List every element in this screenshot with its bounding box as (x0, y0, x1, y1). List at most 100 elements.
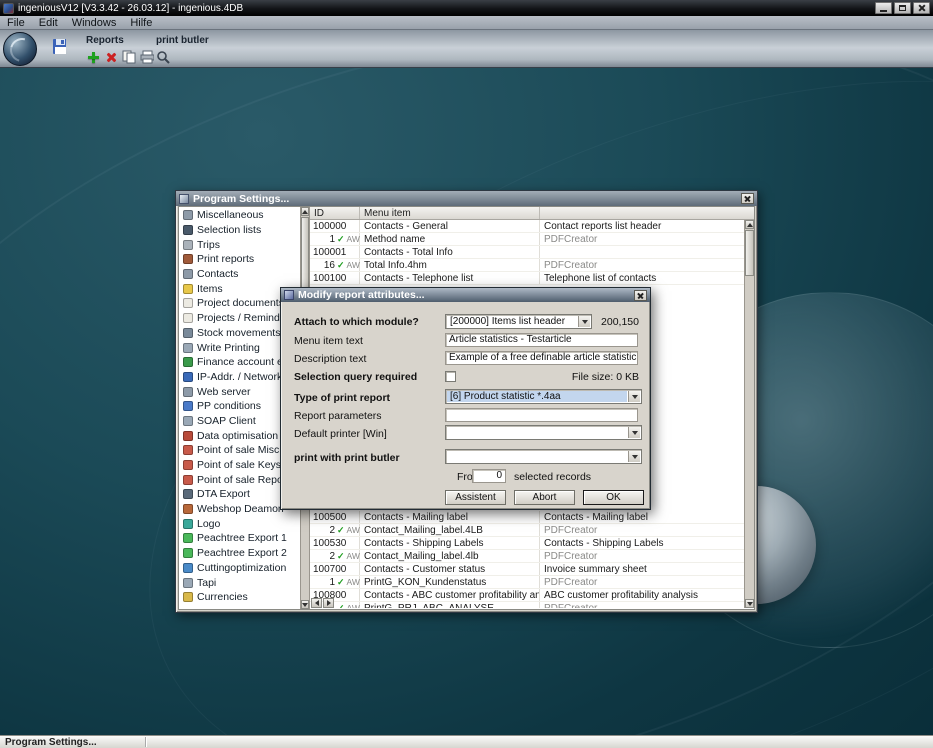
settings-close-button[interactable] (741, 193, 754, 204)
sidebar-item-icon (183, 210, 193, 220)
scroll-up-button[interactable] (301, 207, 309, 216)
report-parameters-input[interactable] (445, 408, 638, 422)
description-text-input[interactable]: Example of a free definable article stat… (445, 351, 638, 365)
sidebar-item[interactable]: Currencies (179, 590, 300, 605)
table-rows-bottom: 100500Contacts - Mailing labelContacts -… (310, 511, 744, 608)
sidebar-item[interactable]: Selection lists (179, 223, 300, 238)
sidebar-item[interactable]: Print reports (179, 252, 300, 267)
type-of-print-report-select[interactable]: [6] Product statistic *.4aa (445, 389, 642, 404)
scroll-down-button[interactable] (745, 599, 754, 608)
menu-file[interactable]: File (0, 16, 32, 29)
sidebar-item[interactable]: Logo (179, 516, 300, 531)
table-row[interactable]: 100500Contacts - Mailing labelContacts -… (310, 511, 744, 524)
add-report-button[interactable] (86, 50, 100, 64)
sidebar-item-icon (183, 592, 193, 602)
table-row[interactable]: 16AWTotal Info.4hmPDFCreator (310, 259, 744, 272)
print-butler-search-button[interactable] (156, 50, 170, 64)
scrollbar-thumb[interactable] (745, 230, 754, 276)
menu-hilfe[interactable]: Hilfe (123, 16, 159, 29)
table-row[interactable]: 100100Contacts - Telephone listTelephone… (310, 272, 744, 285)
sidebar-item-icon (183, 401, 193, 411)
sidebar-item[interactable]: Trips (179, 237, 300, 252)
selected-records-count-input[interactable]: 0 (472, 469, 506, 483)
sidebar-item-label: Peachtree Export 1 (197, 532, 287, 544)
menu-item-text-input[interactable]: Article statistics - Testarticle (445, 333, 638, 347)
file-size-text: File size: 0 KB (572, 371, 639, 383)
menu-edit[interactable]: Edit (32, 16, 65, 29)
abort-button[interactable]: Abort (514, 490, 575, 505)
minimize-button[interactable] (875, 2, 892, 14)
default-printer-select[interactable] (445, 425, 642, 440)
sidebar-item[interactable]: Cuttingoptimization (179, 561, 300, 576)
app-logo-icon (3, 32, 37, 66)
arrow-up-icon (302, 210, 308, 214)
sidebar-item[interactable]: Miscellaneous (179, 208, 300, 223)
close-button[interactable] (913, 2, 930, 14)
scroll-down-button[interactable] (301, 600, 309, 609)
toolbar: Reports (0, 30, 933, 68)
delete-report-button[interactable] (104, 50, 118, 64)
scroll-right-button[interactable] (323, 598, 334, 608)
close-icon (637, 292, 644, 299)
chevron-down-icon (632, 431, 638, 435)
table-row[interactable]: 2AWContact_Mailing_label.4lbPDFCreator (310, 550, 744, 563)
chevron-down-icon (632, 455, 638, 459)
table-row[interactable]: 100001Contacts - Total Info (310, 246, 744, 259)
attach-module-select[interactable]: [200000] Items list header (445, 314, 592, 329)
column-header-extra[interactable] (540, 207, 754, 219)
copy-report-button[interactable] (122, 50, 136, 64)
sidebar-item[interactable]: Tapi (179, 575, 300, 590)
row-badge: AW (347, 525, 360, 535)
row-badge: AW (347, 234, 360, 244)
sidebar-item[interactable]: Peachtree Export 1 (179, 531, 300, 546)
sidebar-item-label: Miscellaneous (197, 209, 264, 221)
dialog-close-button[interactable] (634, 290, 647, 301)
print-report-button[interactable] (140, 50, 154, 64)
row-id: 1 (313, 234, 335, 245)
menu-windows[interactable]: Windows (65, 16, 124, 29)
dropdown-button[interactable] (628, 427, 640, 438)
chevron-down-icon (632, 395, 638, 399)
table-row[interactable]: 1AWMethod namePDFCreator (310, 233, 744, 246)
ok-button[interactable]: OK (583, 490, 644, 505)
table-row[interactable]: 100000Contacts - GeneralContact reports … (310, 220, 744, 233)
sidebar-item-label: Currencies (197, 591, 248, 603)
scroll-up-button[interactable] (745, 220, 754, 229)
sidebar-item-icon (183, 416, 193, 426)
maximize-button[interactable] (894, 2, 911, 14)
row-badge: AW (347, 260, 360, 270)
row-description: Invoice summary sheet (540, 563, 744, 575)
table-row[interactable]: 100700Contacts - Customer statusInvoice … (310, 563, 744, 576)
table-row[interactable]: 100530Contacts - Shipping LabelsContacts… (310, 537, 744, 550)
check-icon (337, 526, 345, 535)
sidebar-item-label: Write Printing (197, 342, 260, 354)
table-row[interactable]: 2AWContact_Mailing_label.4LBPDFCreator (310, 524, 744, 537)
column-header-menu-item[interactable]: Menu item (360, 207, 540, 219)
attach-module-value: [200000] Items list header (447, 316, 577, 327)
sidebar-item[interactable]: Peachtree Export 2 (179, 546, 300, 561)
sidebar-item[interactable]: Contacts (179, 267, 300, 282)
scroll-left-button[interactable] (311, 598, 322, 608)
settings-window-titlebar[interactable]: Program Settings... (176, 191, 757, 206)
sidebar-item-icon (183, 533, 193, 543)
dropdown-button[interactable] (628, 451, 640, 462)
row-description: Telephone list of contacts (540, 272, 744, 284)
table-vertical-scrollbar[interactable] (744, 220, 754, 608)
dialog-titlebar[interactable]: Modify report attributes... (281, 288, 650, 302)
table-row[interactable]: 1AWPrintG_PRJ_ABC_ANALYSEPDFCreator (310, 602, 744, 608)
dialog-body: Attach to which module? [200000] Items l… (282, 302, 649, 508)
table-horizontal-scroll-buttons[interactable] (311, 598, 334, 608)
selection-query-checkbox[interactable] (445, 371, 456, 382)
row-badge: AW (347, 577, 360, 587)
dropdown-button[interactable] (578, 316, 590, 327)
print-with-print-butler-select[interactable] (445, 449, 642, 464)
dropdown-button[interactable] (628, 391, 640, 402)
row-id: 100700 (313, 564, 346, 575)
table-row[interactable]: 1AWPrintG_KON_KundenstatusPDFCreator (310, 576, 744, 589)
sidebar-item-label: Tapi (197, 577, 216, 589)
save-button[interactable] (52, 39, 66, 53)
assistent-button[interactable]: Assistent (445, 490, 506, 505)
column-header-id[interactable]: ID (310, 207, 360, 219)
table-row[interactable]: 100800Contacts - ABC customer profitabil… (310, 589, 744, 602)
print-with-print-butler-label: print with print butler (294, 452, 400, 464)
